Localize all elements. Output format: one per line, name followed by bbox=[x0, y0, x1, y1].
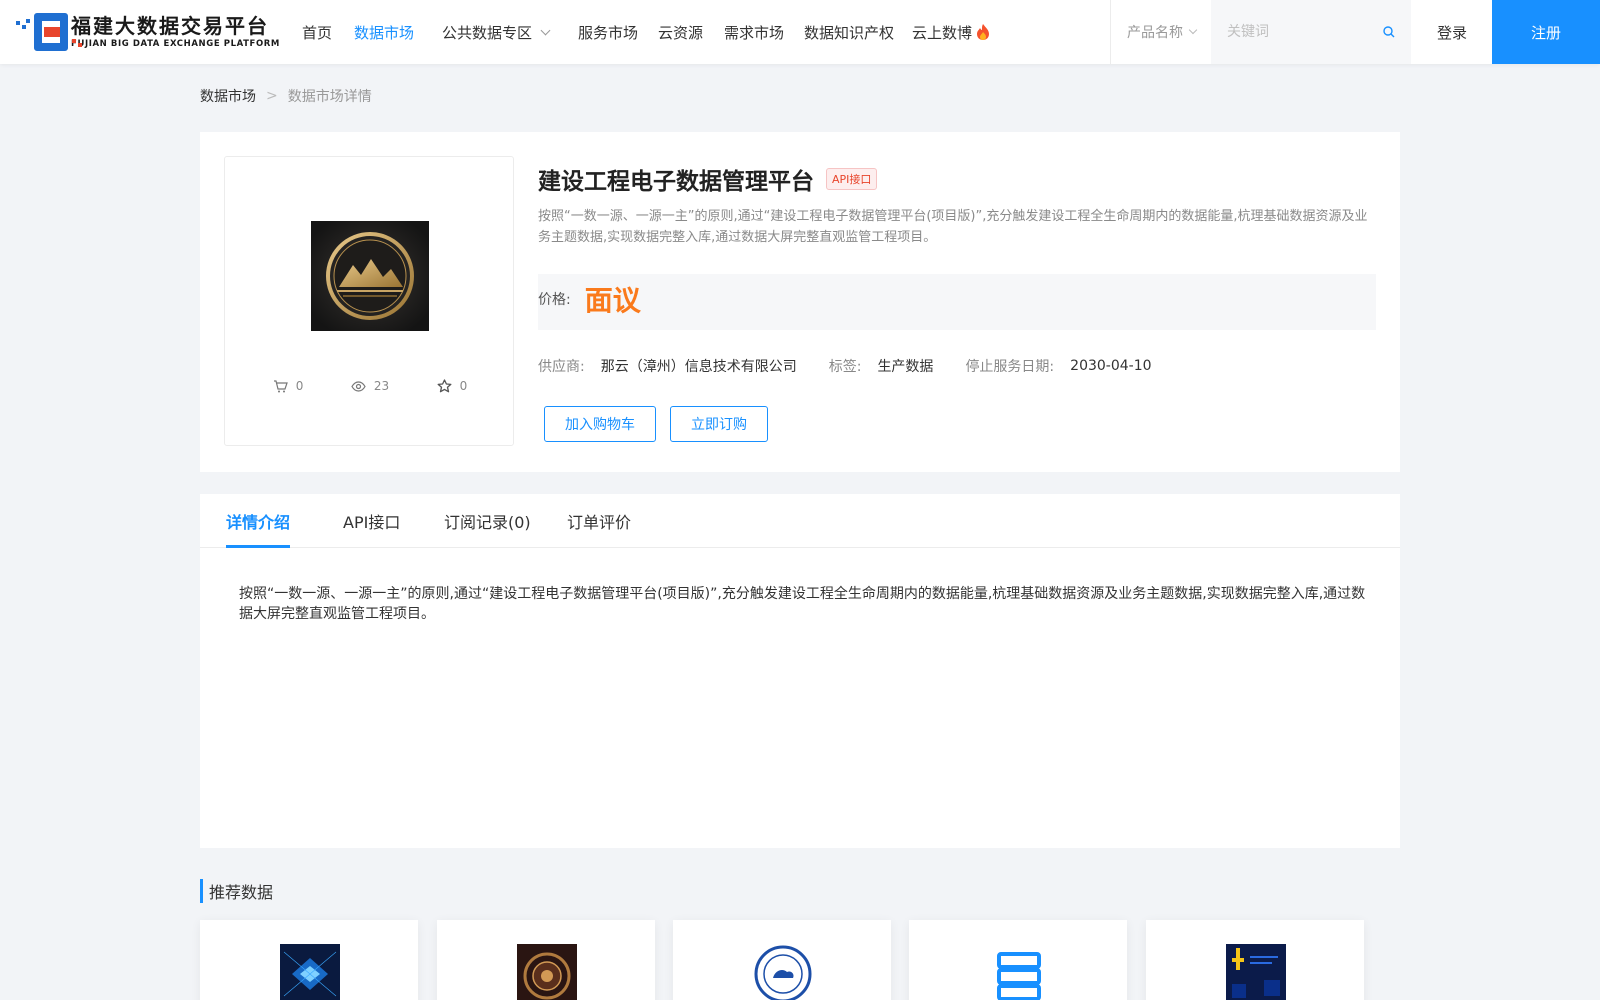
search-category-label: 产品名称 bbox=[1127, 25, 1183, 41]
search-zone: 产品名称 bbox=[1110, 0, 1411, 64]
favorite-count[interactable]: 0 bbox=[437, 379, 468, 393]
nav-data-market[interactable]: 数据市场 bbox=[354, 22, 414, 43]
top-header: 福建大数据交易平台 FUJIAN BIG DATA EXCHANGE PLATF… bbox=[0, 0, 1600, 64]
recommended-card[interactable] bbox=[200, 920, 418, 1000]
login-button[interactable]: 登录 bbox=[1412, 0, 1492, 64]
subscribe-now-button[interactable]: 立即订购 bbox=[670, 406, 768, 442]
logo-mark-icon bbox=[16, 9, 82, 55]
recommended-card[interactable] bbox=[673, 920, 891, 1000]
end-date-value: 2030-04-10 bbox=[1070, 358, 1152, 374]
brand-logo[interactable]: 福建大数据交易平台 FUJIAN BIG DATA EXCHANGE PLATF… bbox=[16, 8, 280, 56]
price-label: 价格: bbox=[538, 292, 571, 308]
nav-service-market[interactable]: 服务市场 bbox=[578, 22, 638, 43]
detail-tabs-panel: 详情介绍 API接口 订阅记录(0) 订单评价 按照“一数一源、一源一主”的原则… bbox=[200, 494, 1400, 848]
breadcrumb-data-market[interactable]: 数据市场 bbox=[200, 86, 256, 106]
brand-name-cn: 福建大数据交易平台 bbox=[71, 14, 270, 38]
flame-icon bbox=[977, 24, 990, 40]
cart-icon bbox=[273, 379, 288, 392]
price-value: 面议 bbox=[584, 284, 641, 317]
search-icon[interactable] bbox=[1383, 26, 1395, 38]
search-box bbox=[1211, 0, 1411, 64]
tab-subscription-records[interactable]: 订阅记录(0) bbox=[444, 494, 531, 548]
tag-label: 标签: bbox=[828, 359, 862, 375]
product-description: 按照“一数一源、一源一主”的原则,通过“建设工程电子数据管理平台(项目版)”,充… bbox=[538, 209, 1368, 245]
details-content: 按照“一数一源、一源一主”的原则,通过“建设工程电子数据管理平台(项目版)”,充… bbox=[239, 586, 1366, 622]
product-stats: 0 23 0 bbox=[225, 379, 515, 393]
tab-details[interactable]: 详情介绍 bbox=[226, 494, 291, 548]
tab-api[interactable]: API接口 bbox=[343, 494, 400, 548]
api-badge: API接口 bbox=[826, 168, 878, 190]
tag-value: 生产数据 bbox=[877, 359, 934, 375]
bronze-emblem-thumbnail bbox=[517, 944, 577, 1000]
supplier-value: 那云（漳州）信息技术有限公司 bbox=[600, 359, 797, 375]
nav-public-data-label: 公共数据专区 bbox=[442, 23, 533, 42]
recommended-card[interactable] bbox=[1146, 920, 1364, 1000]
star-icon bbox=[437, 379, 452, 393]
brand-name-en: FUJIAN BIG DATA EXCHANGE PLATFORM bbox=[71, 39, 280, 49]
recommended-card[interactable] bbox=[437, 920, 655, 1000]
blue-chip-thumbnail bbox=[280, 944, 340, 1000]
cart-count: 0 bbox=[273, 379, 304, 393]
favorite-count-value: 0 bbox=[459, 379, 468, 393]
server-rack-icon bbox=[997, 952, 1041, 1000]
product-detail-card: 0 23 0 建设工程电子数据管理平台 API接口 按照“一数一源、一源一主”的… bbox=[200, 132, 1400, 472]
cart-count-value: 0 bbox=[295, 379, 304, 393]
nav-demand-market[interactable]: 需求市场 bbox=[724, 22, 784, 43]
nav-cloud-expo[interactable]: 云上数博 bbox=[912, 22, 991, 43]
view-count-value: 23 bbox=[373, 379, 390, 393]
breadcrumb-separator: > bbox=[266, 88, 278, 104]
nav-home[interactable]: 首页 bbox=[302, 22, 332, 43]
breadcrumb: 数据市场 > 数据市场详情 bbox=[200, 86, 372, 106]
tab-order-reviews[interactable]: 订单评价 bbox=[567, 494, 631, 548]
weather-seal-thumbnail bbox=[753, 944, 813, 1000]
breadcrumb-current: 数据市场详情 bbox=[287, 89, 372, 105]
nav-data-ip[interactable]: 数据知识产权 bbox=[804, 22, 894, 43]
end-date-label: 停止服务日期: bbox=[965, 359, 1055, 375]
price-box: 价格: 面议 bbox=[538, 274, 1376, 330]
data-chart-thumbnail bbox=[1226, 944, 1286, 1000]
product-actions: 加入购物车 立即订购 bbox=[538, 406, 1376, 442]
nav-public-data[interactable]: 公共数据专区 bbox=[442, 22, 551, 43]
add-to-cart-button[interactable]: 加入购物车 bbox=[544, 406, 656, 442]
title-row: 建设工程电子数据管理平台 API接口 bbox=[538, 156, 1376, 202]
register-button[interactable]: 注册 bbox=[1492, 0, 1600, 64]
recommended-title: 推荐数据 bbox=[200, 879, 273, 903]
search-input[interactable] bbox=[1227, 22, 1377, 42]
product-info: 建设工程电子数据管理平台 API接口 按照“一数一源、一源一主”的原则,通过“建… bbox=[538, 156, 1376, 442]
product-meta: 供应商: 那云（漳州）信息技术有限公司 标签: 生产数据 停止服务日期: 203… bbox=[538, 356, 1376, 376]
view-count: 23 bbox=[351, 379, 389, 393]
chevron-down-icon bbox=[1188, 25, 1198, 35]
product-title: 建设工程电子数据管理平台 bbox=[538, 169, 814, 195]
eye-icon bbox=[351, 380, 366, 392]
product-image-panel: 0 23 0 bbox=[224, 156, 514, 446]
detail-tabs: 详情介绍 API接口 订阅记录(0) 订单评价 bbox=[200, 494, 1400, 548]
recommended-card[interactable] bbox=[909, 920, 1127, 1000]
supplier-label: 供应商: bbox=[538, 359, 585, 375]
chevron-down-icon bbox=[540, 25, 551, 35]
product-image bbox=[311, 221, 429, 331]
search-category-select[interactable]: 产品名称 bbox=[1127, 0, 1211, 64]
nav-cloud-resources[interactable]: 云资源 bbox=[658, 22, 703, 43]
nav-cloud-expo-label: 云上数博 bbox=[912, 23, 973, 42]
